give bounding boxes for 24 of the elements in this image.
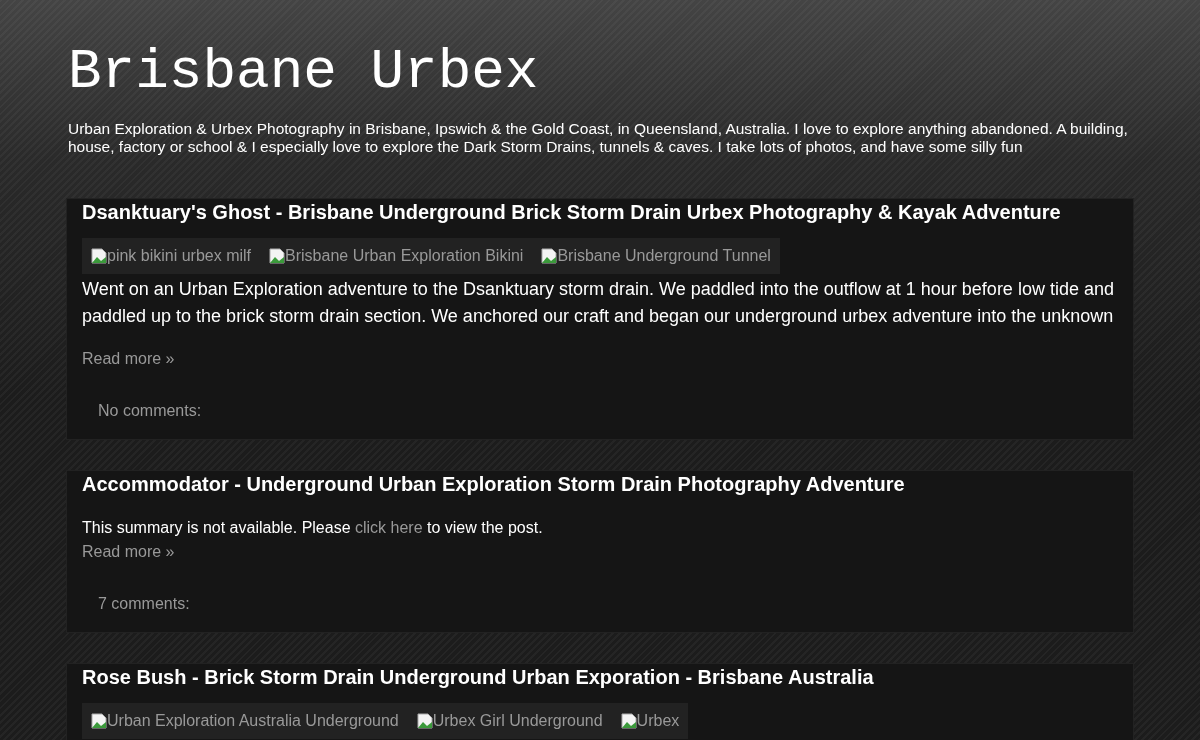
- broken-image-icon: [91, 248, 107, 264]
- read-more-link[interactable]: Read more »: [82, 347, 175, 371]
- broken-image-icon: [541, 248, 558, 264]
- comments-link[interactable]: No comments:: [98, 399, 1118, 423]
- image-alt-text: pink bikini urbex milf: [107, 246, 252, 266]
- image-alt-text: Urbex Girl Underground: [432, 711, 603, 731]
- read-more-link[interactable]: Read more »: [82, 540, 175, 564]
- image-alt-text: Brisbane Urban Exploration Bikini: [285, 246, 524, 266]
- post-title[interactable]: Accommodator - Underground Urban Exploration Storm Drain Photography Adventure: [82, 471, 1118, 496]
- post-summary: Went on an Urban Exploration adventure to the Dsanktuary storm drain. We paddled into the outflow at 1 hour before low tide and paddled up to the brick storm drain section. We anchored our craft and began our underground urbex adventure into the unknown: [82, 278, 1115, 328]
- image-alt-text: Brisbane Underground Tunnel: [557, 246, 771, 266]
- image-alt-text: Urban Exploration Australia Underground: [107, 711, 399, 731]
- blog-description: Urban Exploration & Urbex Photography in Brisbane, Ipswich & the Gold Coast, in Queensland, Australia. I love to explore anything abandoned. A building, house, factory or school & I especially love to explore the Dark Storm Drains, tunnels & caves. I take lots of photos, and have some silly fun: [68, 120, 1129, 156]
- image-alt-text: Urbex: [636, 711, 680, 731]
- post-summary: This summary is not available. Please click here to view the post.: [82, 518, 544, 538]
- broken-image-icon: [269, 248, 286, 264]
- blog-title: Brisbane Urbex: [68, 44, 540, 100]
- broken-image-icon: [416, 713, 433, 729]
- click-here-link[interactable]: click here: [355, 519, 423, 536]
- comments-link[interactable]: 7 comments:: [98, 592, 1118, 616]
- post-title[interactable]: Dsanktuary's Ghost - Brisbane Underground Brick Storm Drain Urbex Photography & Kayak Adventure: [82, 199, 1118, 224]
- post-title[interactable]: Rose Bush - Brick Storm Drain Underground Urban Exporation - Brisbane Australia: [82, 664, 1118, 689]
- broken-image-icon: [620, 713, 637, 729]
- broken-image-icon: [91, 713, 107, 729]
